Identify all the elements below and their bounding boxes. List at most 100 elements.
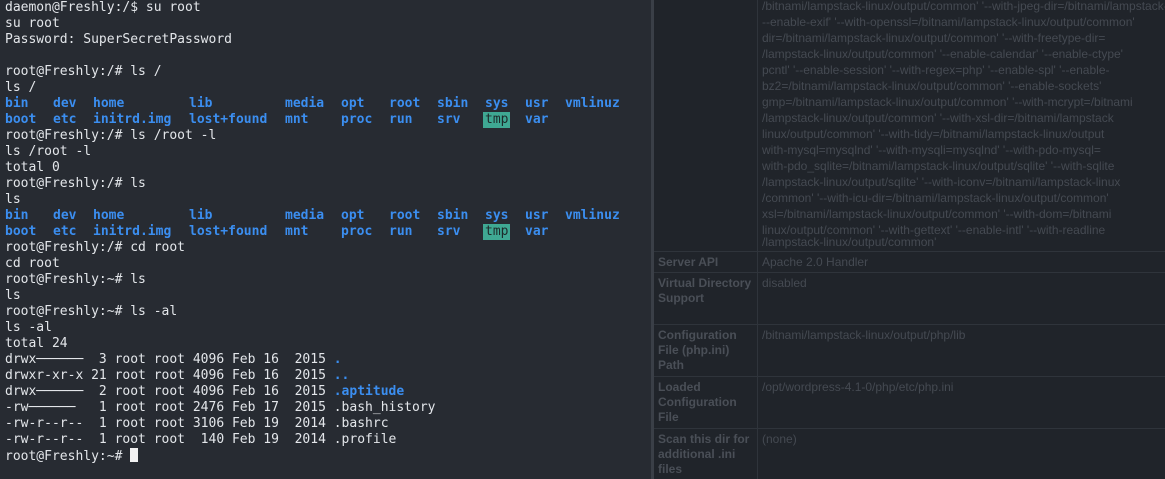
table-divider	[757, 0, 758, 479]
table-divider	[654, 272, 1165, 273]
dir-entry: lib	[189, 96, 213, 111]
table-divider	[654, 251, 1165, 252]
php-value-virtual-directory: disabled	[762, 276, 807, 290]
file-name: ..	[333, 368, 350, 383]
dir-entry: proc	[341, 224, 373, 239]
dir-entry: run	[389, 224, 413, 239]
dir-entry: etc	[53, 112, 77, 127]
dir-entry: lost+found	[189, 112, 268, 127]
configure-command-line: /lampstack-linux/output/common' '--enabl…	[762, 47, 1123, 61]
ls-output-row: bin dev home lib media opt root sbin sys…	[5, 96, 645, 112]
table-divider	[654, 324, 1165, 325]
dir-entry: etc	[53, 224, 77, 239]
password-line: Password: SuperSecretPassword	[5, 32, 232, 47]
file-meta: -rw-r--r-- 1 root root 3106 Feb 19 2014	[5, 416, 334, 431]
php-key-server-api: Server API	[658, 255, 719, 269]
configure-command-line: with-mysql=mysqlnd' '--with-mysqli=mysql…	[762, 143, 1101, 157]
terminal-line: ls /root -l	[5, 144, 92, 159]
dir-entry: bin	[5, 208, 29, 223]
file-row: drwx────── 2 root root 4096 Feb 16 2015 …	[5, 384, 404, 400]
terminal-line: total 24	[5, 336, 68, 351]
dir-entry-sticky: tmp	[483, 224, 511, 240]
dir-entry: initrd.img	[93, 112, 172, 127]
configure-command-line: bz2=/bitnami/lampstack-linux/output/comm…	[762, 79, 1102, 93]
dir-entry: usr	[525, 208, 549, 223]
ls-output-row: bin dev home lib media opt root sbin sys…	[5, 208, 645, 224]
file-meta: drwx────── 2 root root 4096 Feb 16 2015	[5, 384, 334, 399]
dir-entry: media	[285, 96, 325, 111]
dir-entry: media	[285, 208, 325, 223]
dir-entry: mnt	[285, 112, 309, 127]
dir-entry: vmlinuz	[565, 96, 620, 111]
terminal-line: root@Freshly:/# ls /root -l	[5, 128, 217, 143]
dir-entry: srv	[437, 112, 461, 127]
configure-command-line: dir=/bitnami/lampstack-linux/output/comm…	[762, 31, 1106, 45]
configure-command-line: /lampstack-linux/output/common' '--with-…	[762, 111, 1114, 125]
dir-entry: dev	[53, 96, 77, 111]
file-name: .	[333, 352, 342, 367]
table-divider	[654, 428, 1165, 429]
dir-entry: boot	[5, 224, 37, 239]
dir-entry: opt	[341, 96, 365, 111]
file-row: -rw-r--r-- 1 root root 3106 Feb 19 2014 …	[5, 416, 389, 432]
dir-entry: bin	[5, 96, 29, 111]
file-row: -rw-r--r-- 1 root root 140 Feb 19 2014 .…	[5, 432, 396, 448]
dir-entry-sticky: tmp	[483, 112, 511, 128]
terminal-line: root@Freshly:/# cd root	[5, 240, 186, 255]
cursor-block	[130, 448, 139, 462]
php-key-config-path: Configuration File (php.ini) Path	[658, 328, 737, 372]
ls-output-row: boot etc initrd.img lost+found mnt proc …	[5, 112, 645, 128]
terminal-line: su root	[5, 16, 60, 31]
dir-entry: opt	[341, 208, 365, 223]
dir-entry: run	[389, 112, 413, 127]
file-name: .aptitude	[333, 384, 405, 399]
configure-command-line: xsl=/bitnami/lampstack-linux/output/comm…	[762, 207, 1112, 221]
php-value-loaded-config: /opt/wordpress-4.1-0/php/etc/php.ini	[762, 380, 954, 394]
configure-command-line: with-pdo_sqlite=/bitnami/lampstack-linux…	[762, 159, 1115, 173]
phpinfo-panel: /bitnami/lampstack-linux/output/common' …	[654, 0, 1165, 479]
ls-output-row: boot etc initrd.img lost+found mnt proc …	[5, 224, 645, 240]
php-key-virtual-directory: Virtual Directory Support	[658, 276, 752, 305]
terminal-line: ls	[5, 192, 21, 207]
file-name: .bash_history	[333, 400, 436, 415]
terminal-line: root@Freshly:~# ls -al	[5, 304, 178, 319]
dir-entry: root	[389, 96, 421, 111]
dir-entry: usr	[525, 96, 549, 111]
file-name: .bashrc	[333, 416, 389, 431]
php-value-server-api: Apache 2.0 Handler	[762, 255, 869, 269]
dir-entry: sys	[485, 208, 509, 223]
table-divider	[654, 376, 1165, 377]
file-meta: -rw-r--r-- 1 root root 140 Feb 19 2014	[5, 432, 334, 447]
phpinfo-table: /bitnami/lampstack-linux/output/common' …	[654, 0, 1165, 479]
dir-entry: boot	[5, 112, 37, 127]
terminal-line: root@Freshly:/# ls /	[5, 64, 162, 79]
dir-entry: proc	[341, 112, 373, 127]
dir-entry: dev	[53, 208, 77, 223]
file-row: drwx────── 3 root root 4096 Feb 16 2015 …	[5, 352, 342, 368]
terminal-window[interactable]: daemon@Freshly:/$ su root su root Passwo…	[0, 0, 651, 479]
terminal-line: cd root	[5, 256, 60, 271]
file-meta: drwxr-xr-x 21 root root 4096 Feb 16 2015	[5, 368, 334, 383]
terminal-line: root@Freshly:~# ls	[5, 272, 146, 287]
terminal-line: ls /	[5, 80, 37, 95]
dir-entry: home	[93, 96, 125, 111]
php-value-config-path: /bitnami/lampstack-linux/output/php/lib	[762, 328, 966, 342]
configure-command-line: --enable-exif' '--with-openssl=/bitnami/…	[762, 15, 1135, 29]
configure-command-line: linux/output/common' '--with-tidy=/bitna…	[762, 127, 1105, 141]
dir-entry: home	[93, 208, 125, 223]
dir-entry: sbin	[437, 96, 469, 111]
configure-command-line: /lampstack-linux/output/common'	[762, 235, 937, 249]
command-prompt[interactable]: root@Freshly:~#	[5, 448, 139, 464]
terminal-line: daemon@Freshly:/$ su root	[5, 0, 201, 15]
dir-entry: lost+found	[189, 224, 268, 239]
terminal-line: total 0	[5, 160, 60, 175]
file-row: -rw────── 1 root root 2476 Feb 17 2015 .…	[5, 400, 435, 416]
dir-entry: var	[525, 112, 549, 127]
php-key-scan-dir: Scan this dir for additional .ini files	[658, 432, 750, 476]
configure-command-line: /lampstack-linux/output/sqlite' '--with-…	[762, 175, 1121, 189]
dir-entry: mnt	[285, 224, 309, 239]
prompt-text: root@Freshly:~#	[5, 449, 131, 464]
file-meta: -rw────── 1 root root 2476 Feb 17 2015	[5, 400, 334, 415]
dir-entry: vmlinuz	[565, 208, 620, 223]
dir-entry: srv	[437, 224, 461, 239]
